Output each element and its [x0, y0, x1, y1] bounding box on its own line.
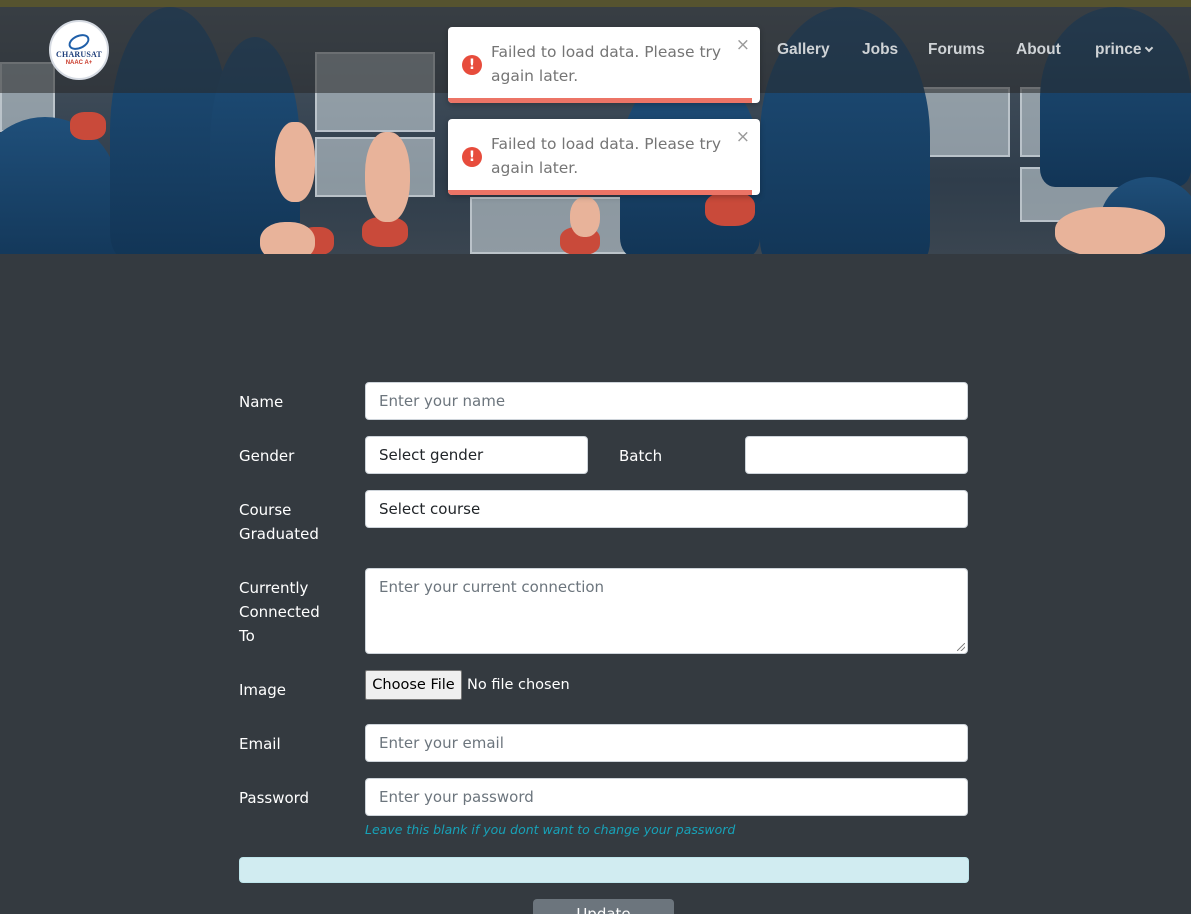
chevron-down-icon	[1144, 43, 1153, 53]
logo-badge: NAAC A+	[65, 59, 93, 66]
hero-hand	[570, 197, 600, 237]
info-alert-bar	[239, 857, 969, 883]
toast-message: Failed to load data. Please try again la…	[491, 135, 722, 177]
hero-sleeve	[70, 112, 106, 140]
password-hint: Leave this blank if you dont want to cha…	[365, 822, 736, 837]
close-icon[interactable]: ×	[736, 37, 750, 54]
hero-face	[260, 222, 315, 254]
email-input[interactable]: Enter your email	[365, 724, 968, 762]
image-label: Image	[239, 681, 286, 699]
resize-handle-icon[interactable]	[957, 643, 965, 651]
batch-label: Batch	[619, 447, 663, 465]
course-select[interactable]: Select course	[365, 490, 968, 528]
connection-label: Currently Connected To	[239, 579, 320, 645]
update-button[interactable]: Update	[533, 899, 674, 914]
error-toast: ! Failed to load data. Please try again …	[448, 119, 760, 195]
email-label: Email	[239, 735, 281, 753]
gender-label: Gender	[239, 447, 295, 465]
choose-file-button[interactable]: Choose File	[365, 670, 462, 700]
hero-hand	[365, 132, 410, 222]
password-label: Password	[239, 789, 310, 807]
password-input[interactable]: Enter your password	[365, 778, 968, 816]
nav-jobs-link[interactable]: Jobs	[862, 41, 898, 59]
name-input[interactable]: Enter your name	[365, 382, 968, 420]
user-menu-dropdown[interactable]: prince	[1095, 41, 1153, 59]
error-icon: !	[462, 55, 482, 75]
connection-textarea[interactable]: Enter your current connection	[365, 568, 968, 654]
file-status-text: No file chosen	[467, 677, 570, 693]
top-accent-strip	[0, 0, 1191, 7]
hero-face	[1055, 207, 1165, 254]
connection-placeholder: Enter your current connection	[379, 578, 605, 596]
close-icon[interactable]: ×	[736, 129, 750, 146]
charusat-logo[interactable]: CHARUSAT NAAC A+	[49, 20, 109, 80]
toast-message: Failed to load data. Please try again la…	[491, 43, 722, 85]
hero-graduate	[0, 117, 120, 254]
error-toast: ! Failed to load data. Please try again …	[448, 27, 760, 103]
gender-select[interactable]: Select gender	[365, 436, 588, 474]
toast-progress-bar	[448, 190, 752, 195]
logo-text: CHARUSAT	[56, 49, 102, 59]
batch-input[interactable]	[745, 436, 968, 474]
nav-forums-link[interactable]: Forums	[928, 41, 985, 59]
hero-sleeve	[705, 192, 755, 226]
name-label: Name	[239, 393, 284, 411]
nav-gallery-link[interactable]: Gallery	[777, 41, 830, 59]
error-icon: !	[462, 147, 482, 167]
course-label: Course Graduated	[239, 501, 319, 543]
toast-progress-bar	[448, 98, 752, 103]
hero-hand	[275, 122, 315, 202]
nav-about-link[interactable]: About	[1016, 41, 1061, 59]
user-menu-label: prince	[1095, 41, 1142, 58]
